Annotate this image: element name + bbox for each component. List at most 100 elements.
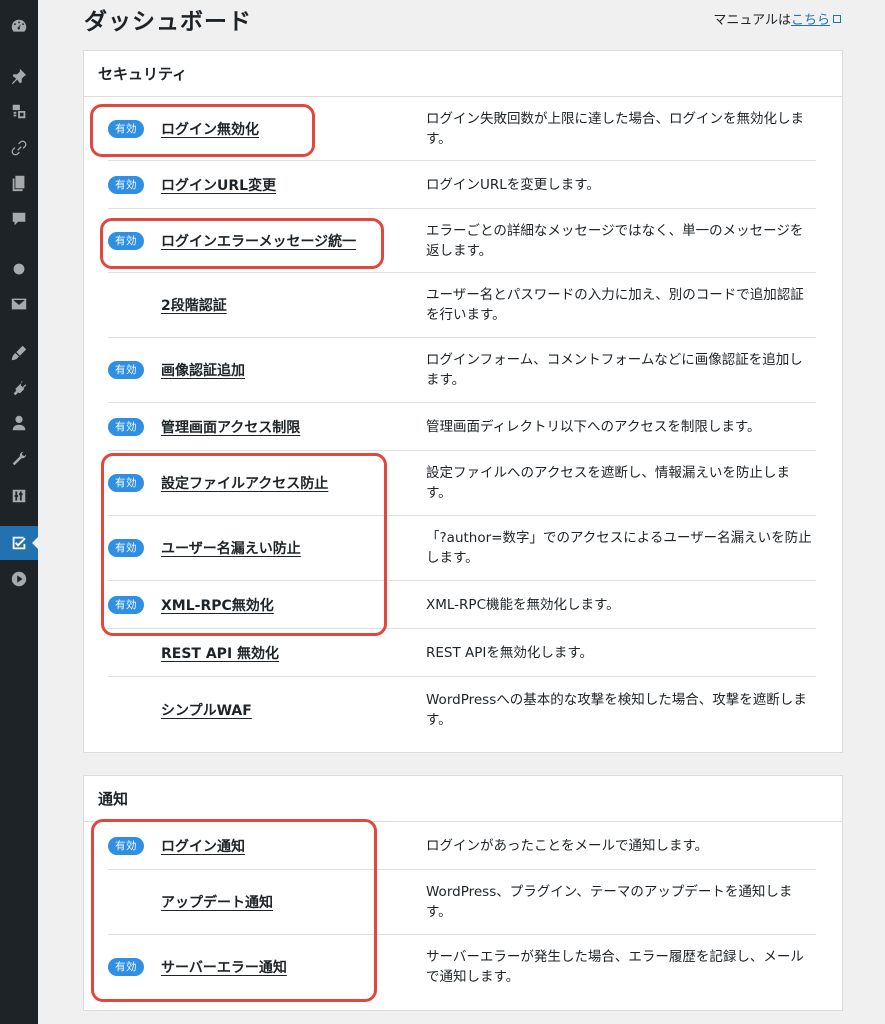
feature-row: 有効 画像認証追加 ログインフォーム、コメントフォームなどに画像認証を追加します。 [108,338,816,403]
feature-name-cell: 有効 ログイン無効化 [108,119,426,139]
feature-name-cell: 有効 ログイン通知 [108,836,426,856]
enabled-badge: 有効 [108,836,144,855]
notification-heading: 通知 [84,776,842,822]
feature-description: 「?author=数字」でのアクセスによるユーザー名漏えいを防止します。 [426,530,812,566]
feature-row: 有効 XML-RPC無効化 XML-RPC機能を無効化します。 [108,581,816,629]
feature-link[interactable]: ログインエラーメッセージ統一 [161,231,356,251]
feature-row: 2段階認証 ユーザー名とパスワードの入力に加え、別のコードで追加認証を行います。 [108,273,816,338]
enabled-badge: 有効 [108,474,144,492]
enabled-badge: 有効 [108,595,144,614]
feature-link[interactable]: 2段階認証 [161,295,227,315]
link-icon[interactable] [0,131,38,165]
feature-name-cell: アップデート通知 [108,892,426,912]
feature-description: XML-RPC機能を無効化します。 [426,596,620,613]
feature-description: ログインURLを変更します。 [426,176,600,193]
feature-row: 有効 管理画面アクセス制限 管理画面ディレクトリ以下へのアクセスを制限します。 [108,403,816,451]
play-icon[interactable] [0,562,38,596]
feature-row: REST API 無効化 REST APIを無効化します。 [108,629,816,677]
tools-icon[interactable] [0,442,38,476]
feature-link[interactable]: XML-RPC無効化 [161,595,274,615]
security-list: 有効 ログイン無効化 ログイン失敗回数が上限に達した場合、ログインを無効化します。有… [84,97,842,742]
security-panel: セキュリティ 有効 ログイン無効化 ログイン失敗回数が上限に達した場合、ログインを無… [83,50,843,753]
plugins-icon[interactable] [0,371,38,405]
enabled-badge: 有効 [108,417,144,436]
notification-panel: 通知 有効 ログイン通知 ログインがあったことをメールで通知します。 アップデート通知… [83,775,843,1011]
notification-list: 有効 ログイン通知 ログインがあったことをメールで通知します。 アップデート通知 Wor… [84,822,842,999]
feature-description: サーバーエラーが発生した場合、エラー履歴を記録し、メールで通知します。 [426,949,804,985]
circle-icon[interactable] [0,252,38,286]
feature-description: ログインがあったことをメールで通知します。 [426,837,709,854]
enabled-badge: 有効 [108,539,144,557]
security-heading: セキュリティ [84,51,842,97]
feature-row: 有効 ユーザー名漏えい防止 「?author=数字」でのアクセスによるユーザー名漏え… [108,516,816,581]
dashboard-icon[interactable] [0,9,38,43]
feature-link[interactable]: ログインURL変更 [161,175,276,195]
enabled-badge: 有効 [108,175,144,194]
feature-row: 有効 ログイン通知 ログインがあったことをメールで通知します。 [108,822,816,870]
feature-description: 管理画面ディレクトリ以下へのアクセスを制限します。 [426,418,761,435]
feature-row: 有効 ログインエラーメッセージ統一 エラーごとの詳細なメッセージではなく、単一のメッ… [108,209,816,273]
appearance-icon[interactable] [0,336,38,370]
badge-slot: 有効 [108,175,161,194]
badge-slot: 有効 [108,119,161,138]
feature-description: WordPressへの基本的な攻撃を検知した場合、攻撃を遮断します。 [426,691,807,728]
badge-slot: 有効 [108,539,161,557]
feature-row: 有効 設定ファイルアクセス防止 設定ファイルへのアクセスを遮断し、情報漏えいを防止し… [108,451,816,516]
feature-name-cell: 有効 XML-RPC無効化 [108,595,426,615]
badge-slot: 有効 [108,231,161,250]
badge-slot: 有効 [108,361,161,379]
enabled-badge: 有効 [108,361,144,379]
badge-slot: 有効 [108,474,161,492]
enabled-badge: 有効 [108,958,144,976]
badge-slot: 有効 [108,958,161,976]
feature-description: 設定ファイルへのアクセスを遮断し、情報漏えいを防止します。 [426,465,790,501]
security-shield-icon[interactable] [0,526,39,560]
badge-slot: 有効 [108,836,161,855]
feature-row: 有効 ログイン無効化 ログイン失敗回数が上限に達した場合、ログインを無効化します。 [108,97,816,161]
users-icon[interactable] [0,406,38,440]
feature-link[interactable]: サーバーエラー通知 [161,957,287,977]
manual-prefix: マニュアルは [713,13,791,28]
feature-name-cell: 有効 画像認証追加 [108,360,426,380]
feature-description: ユーザー名とパスワードの入力に加え、別のコードで追加認証を行います。 [426,287,804,323]
feature-description: ログインフォーム、コメントフォームなどに画像認証を追加します。 [426,352,803,388]
settings-icon[interactable] [0,479,38,513]
pages-icon[interactable] [0,166,38,200]
feature-description: ログイン失敗回数が上限に達した場合、ログインを無効化します。 [426,110,804,147]
manual-link-area: マニュアルはこちら [713,9,841,28]
feature-row: 有効 サーバーエラー通知 サーバーエラーが発生した場合、エラー履歴を記録し、メールで… [108,935,816,999]
feature-link[interactable]: ユーザー名漏えい防止 [161,538,301,558]
feature-description: エラーごとの詳細なメッセージではなく、単一のメッセージを返します。 [426,222,804,259]
external-link-icon [833,15,841,23]
mail-icon[interactable] [0,287,38,321]
feature-link[interactable]: 画像認証追加 [161,360,245,380]
enabled-badge: 有効 [108,231,144,250]
feature-name-cell: REST API 無効化 [108,643,426,663]
media-icon[interactable] [0,94,38,128]
feature-name-cell: 有効 ログインエラーメッセージ統一 [108,231,426,251]
badge-slot: 有効 [108,417,161,436]
badge-slot: 有効 [108,595,161,614]
feature-name-cell: 有効 管理画面アクセス制限 [108,417,426,437]
feature-link[interactable]: ログイン通知 [161,836,245,856]
comments-icon[interactable] [0,202,38,236]
feature-name-cell: シンプルWAF [108,700,426,720]
feature-link[interactable]: シンプルWAF [161,700,252,720]
feature-name-cell: 有効 サーバーエラー通知 [108,957,426,977]
feature-name-cell: 有効 ユーザー名漏えい防止 [108,538,426,558]
feature-link[interactable]: ログイン無効化 [161,119,259,139]
manual-link[interactable]: こちら [791,13,830,28]
feature-link[interactable]: 設定ファイルアクセス防止 [161,473,328,493]
feature-name-cell: 有効 設定ファイルアクセス防止 [108,473,426,493]
feature-row: シンプルWAF WordPressへの基本的な攻撃を検知した場合、攻撃を遮断します… [108,677,816,742]
feature-link[interactable]: 管理画面アクセス制限 [161,417,300,437]
admin-sidebar [0,0,39,1024]
feature-link[interactable]: アップデート通知 [161,892,273,912]
feature-link[interactable]: REST API 無効化 [161,643,279,663]
feature-description: REST APIを無効化します。 [426,644,594,661]
feature-name-cell: 有効 ログインURL変更 [108,175,426,195]
feature-description: WordPress、プラグイン、テーマのアップデートを通知します。 [426,884,793,920]
feature-name-cell: 2段階認証 [108,295,426,315]
enabled-badge: 有効 [108,119,144,138]
pin-icon[interactable] [0,59,38,93]
